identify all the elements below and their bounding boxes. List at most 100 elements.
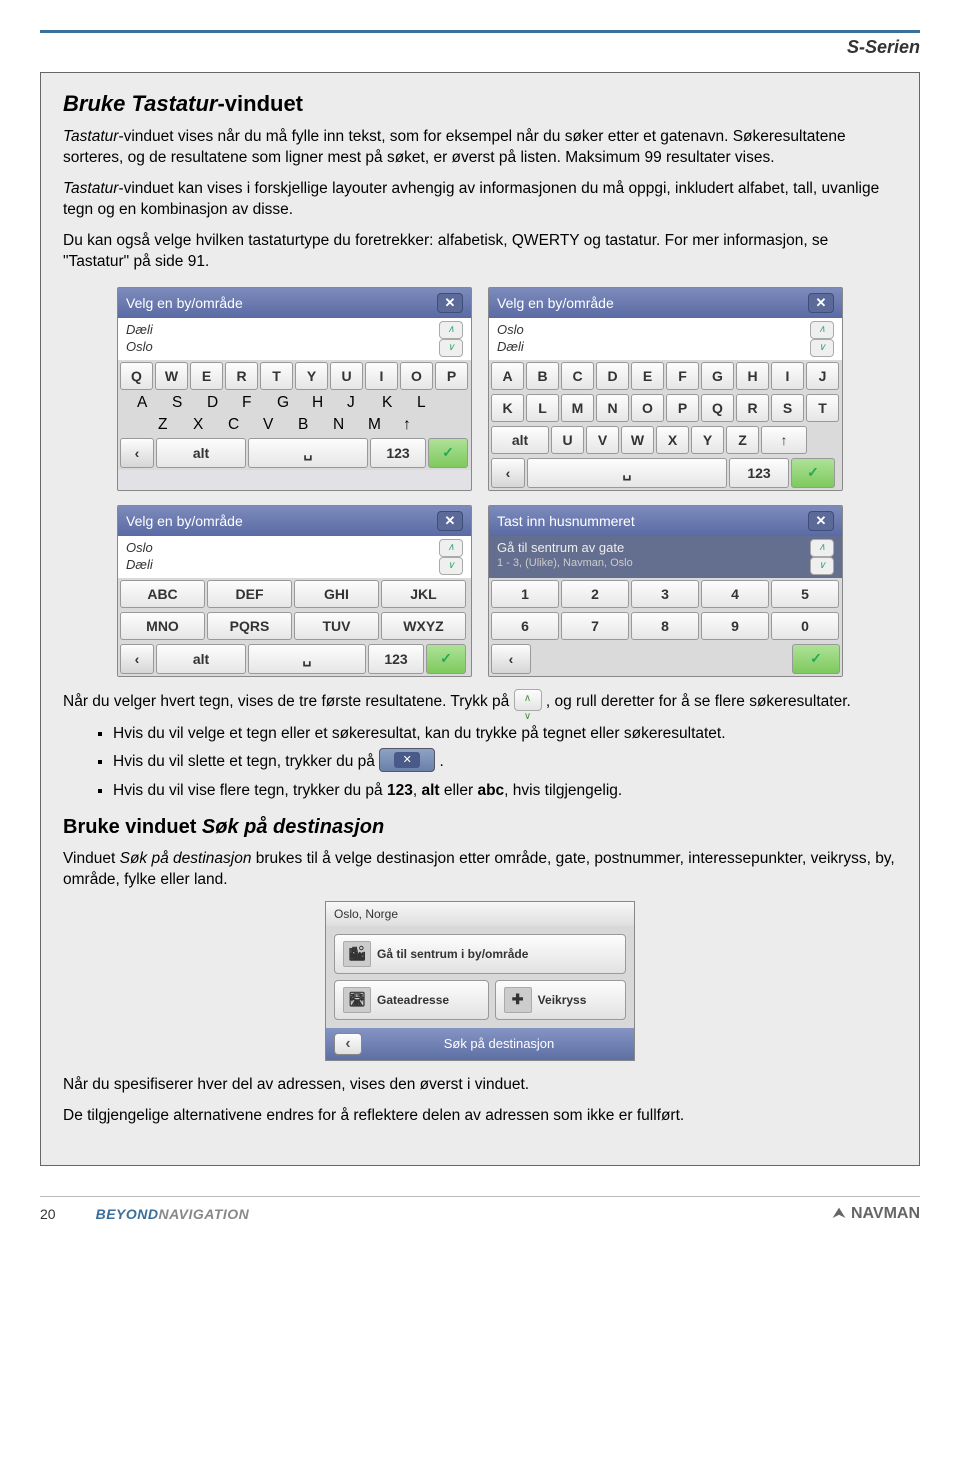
key[interactable]: G [277, 394, 310, 412]
key[interactable]: I [771, 362, 804, 390]
key[interactable]: Z [158, 416, 191, 434]
key[interactable]: TUV [294, 612, 379, 640]
key[interactable]: B [526, 362, 559, 390]
back-button[interactable]: ‹ [334, 1033, 362, 1055]
scroll-down-icon[interactable]: ∨ [439, 339, 463, 357]
key[interactable]: Z [726, 426, 759, 454]
alt-key[interactable]: alt [156, 438, 246, 468]
key[interactable]: ABC [120, 580, 205, 608]
key[interactable]: DEF [207, 580, 292, 608]
key[interactable]: Q [120, 362, 153, 390]
shift-key[interactable]: ↑ [761, 426, 807, 454]
list-item[interactable]: Oslo [497, 321, 524, 339]
key[interactable]: Y [295, 362, 328, 390]
key[interactable]: T [260, 362, 293, 390]
key[interactable]: U [330, 362, 363, 390]
confirm-key[interactable]: ✓ [428, 438, 468, 468]
alt-key[interactable]: alt [491, 426, 549, 454]
key[interactable]: 8 [631, 612, 699, 640]
key[interactable]: G [701, 362, 734, 390]
list-item[interactable]: Oslo [126, 539, 153, 557]
key[interactable]: R [736, 394, 769, 422]
close-icon[interactable]: ✕ [808, 293, 834, 313]
key[interactable]: F [666, 362, 699, 390]
key[interactable]: X [193, 416, 226, 434]
scroll-down-icon[interactable]: ∨ [810, 557, 834, 575]
scroll-down-icon[interactable]: ∨ [810, 339, 834, 357]
close-icon[interactable]: ✕ [808, 511, 834, 531]
key[interactable]: M [561, 394, 594, 422]
key[interactable]: B [298, 416, 331, 434]
key[interactable]: 3 [631, 580, 699, 608]
key[interactable]: W [155, 362, 188, 390]
go-city-center-button[interactable]: 🏙 Gå til sentrum i by/område [334, 934, 626, 974]
key[interactable]: H [312, 394, 345, 412]
key[interactable]: P [666, 394, 699, 422]
scroll-up-icon[interactable]: ∧ [439, 539, 463, 557]
key[interactable]: MNO [120, 612, 205, 640]
back-key[interactable]: ‹ [491, 644, 531, 674]
space-key[interactable]: ␣ [248, 438, 368, 468]
list-item[interactable]: Dæli [126, 556, 153, 574]
key[interactable]: N [333, 416, 366, 434]
key[interactable]: M [368, 416, 401, 434]
key[interactable]: 9 [701, 612, 769, 640]
key[interactable]: GHI [294, 580, 379, 608]
scroll-up-icon[interactable]: ∧ [810, 539, 834, 557]
key[interactable]: N [596, 394, 629, 422]
key[interactable]: Q [701, 394, 734, 422]
key[interactable]: D [207, 394, 240, 412]
key[interactable]: E [190, 362, 223, 390]
key[interactable]: 0 [771, 612, 839, 640]
key[interactable]: V [263, 416, 296, 434]
close-icon[interactable]: ✕ [437, 293, 463, 313]
key[interactable]: R [225, 362, 258, 390]
scroll-up-icon[interactable]: ∧ [810, 321, 834, 339]
confirm-key[interactable]: ✓ [792, 644, 840, 674]
key[interactable]: 7 [561, 612, 629, 640]
123-key[interactable]: 123 [729, 458, 789, 488]
key[interactable]: Y [691, 426, 724, 454]
key[interactable]: F [242, 394, 275, 412]
key[interactable]: U [551, 426, 584, 454]
123-key[interactable]: 123 [370, 438, 426, 468]
key[interactable]: O [400, 362, 433, 390]
key[interactable]: WXYZ [381, 612, 466, 640]
scroll-down-icon[interactable]: ∨ [439, 557, 463, 575]
key[interactable]: E [631, 362, 664, 390]
key[interactable]: A [137, 394, 170, 412]
key[interactable]: 5 [771, 580, 839, 608]
123-key[interactable]: 123 [368, 644, 424, 674]
back-key[interactable]: ‹ [120, 438, 154, 468]
key[interactable]: PQRS [207, 612, 292, 640]
street-address-button[interactable]: 🛣 Gateadresse [334, 980, 489, 1020]
key[interactable]: I [365, 362, 398, 390]
key[interactable]: L [417, 394, 450, 412]
key[interactable]: 6 [491, 612, 559, 640]
key[interactable]: JKL [381, 580, 466, 608]
alt-key[interactable]: alt [156, 644, 246, 674]
key[interactable]: K [382, 394, 415, 412]
key[interactable]: K [491, 394, 524, 422]
key[interactable]: H [736, 362, 769, 390]
key[interactable]: S [771, 394, 804, 422]
space-key[interactable]: ␣ [527, 458, 727, 488]
key[interactable]: L [526, 394, 559, 422]
key[interactable]: C [561, 362, 594, 390]
list-item[interactable]: Dæli [497, 338, 524, 356]
shift-key[interactable]: ↑ [403, 416, 436, 434]
key[interactable]: X [656, 426, 689, 454]
key[interactable]: J [347, 394, 380, 412]
key[interactable]: T [806, 394, 839, 422]
key[interactable]: C [228, 416, 261, 434]
key[interactable]: W [621, 426, 654, 454]
scroll-up-icon[interactable]: ∧ [439, 321, 463, 339]
key[interactable]: O [631, 394, 664, 422]
back-key[interactable]: ‹ [120, 644, 154, 674]
close-icon[interactable]: ✕ [437, 511, 463, 531]
key[interactable]: D [596, 362, 629, 390]
confirm-key[interactable]: ✓ [791, 458, 835, 488]
key[interactable]: A [491, 362, 524, 390]
key[interactable]: J [806, 362, 839, 390]
confirm-key[interactable]: ✓ [426, 644, 466, 674]
